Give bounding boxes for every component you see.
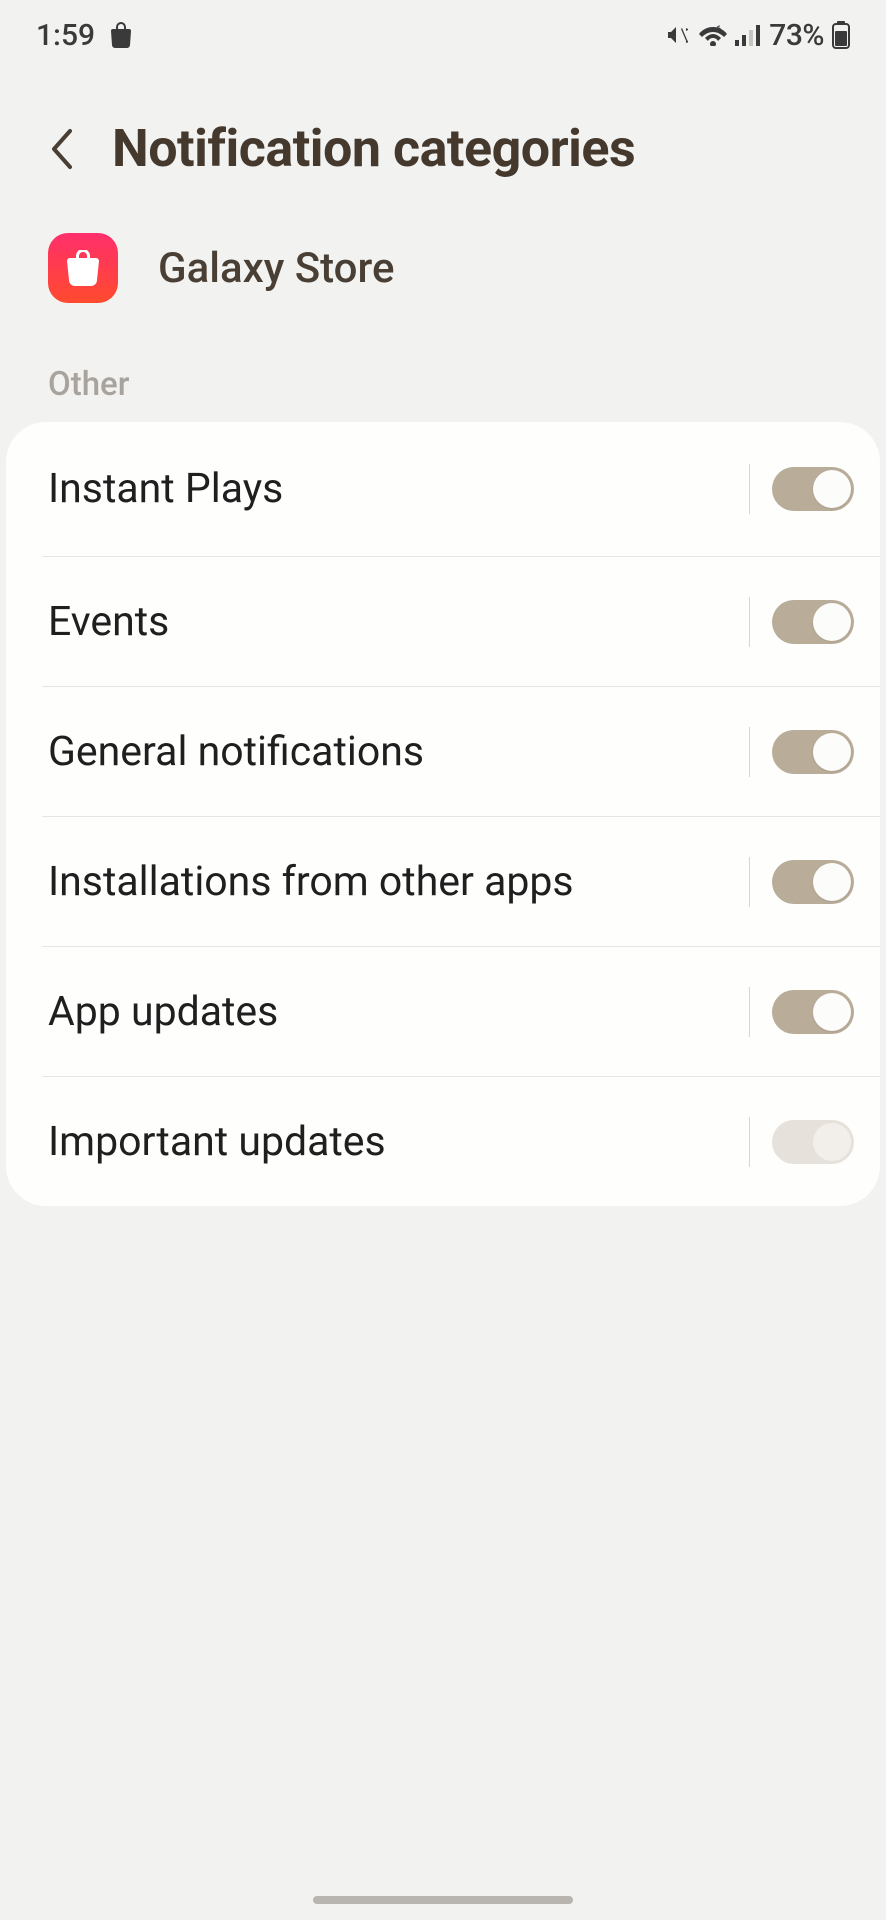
row-instant-plays[interactable]: Instant Plays [6,422,880,556]
divider [749,727,751,777]
status-time: 1:59 [36,18,95,53]
row-important-updates[interactable]: Important updates [42,1076,880,1206]
row-controls [749,464,855,514]
row-events[interactable]: Events [42,556,880,686]
row-label: Installations from other apps [48,858,749,906]
page-title: Notification categories [112,118,635,179]
bag-icon [109,22,133,48]
nav-indicator[interactable] [313,1896,573,1904]
status-left: 1:59 [36,18,133,53]
status-right: 6 73% [665,18,850,53]
row-installations-other-apps[interactable]: Installations from other apps [42,816,880,946]
row-controls [749,987,855,1037]
divider [749,597,751,647]
app-name: Galaxy Store [158,244,394,293]
back-icon[interactable] [48,127,78,171]
battery-percent: 73% [769,18,824,53]
row-label: Events [48,598,749,646]
row-controls [749,727,855,777]
svg-text:6: 6 [716,25,721,35]
toggle-app-updates[interactable] [772,990,854,1034]
section-label-other: Other [0,333,886,422]
toggle-instant-plays[interactable] [772,467,854,511]
row-controls [749,857,855,907]
toggle-installations-other-apps[interactable] [772,860,854,904]
status-bar: 1:59 6 73% [0,0,886,70]
row-label: Instant Plays [48,465,749,513]
row-label: General notifications [48,728,749,776]
battery-icon [832,21,850,49]
mute-vibrate-icon [665,23,691,47]
wifi-icon: 6 [699,24,727,46]
row-app-updates[interactable]: App updates [42,946,880,1076]
galaxy-store-icon [48,233,118,303]
divider [749,1117,751,1167]
row-general-notifications[interactable]: General notifications [42,686,880,816]
toggle-general-notifications[interactable] [772,730,854,774]
row-label: App updates [48,988,749,1036]
toggle-events[interactable] [772,600,854,644]
toggle-important-updates[interactable] [772,1120,854,1164]
row-label: Important updates [48,1118,749,1166]
divider [749,987,751,1037]
signal-icon [735,24,761,46]
category-card: Instant Plays Events General notificatio… [6,422,880,1206]
divider [749,857,751,907]
row-controls [749,1117,855,1167]
app-row[interactable]: Galaxy Store [0,215,886,333]
row-controls [749,597,855,647]
header: Notification categories [0,70,886,215]
divider [749,464,751,514]
